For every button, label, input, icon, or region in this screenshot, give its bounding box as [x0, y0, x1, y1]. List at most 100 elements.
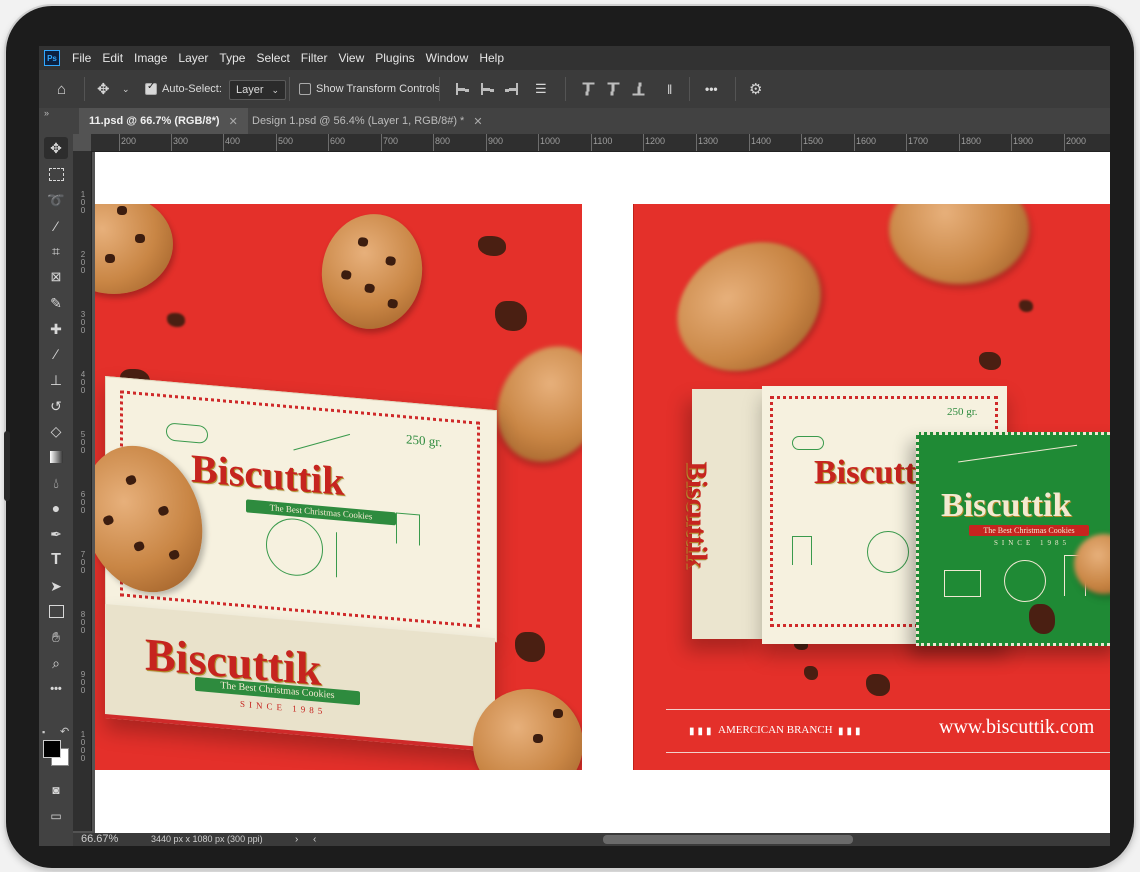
auto-select-toggle[interactable]: Auto-Select:	[145, 70, 222, 108]
distribute-vertical-icon[interactable]: ‖	[667, 70, 672, 108]
vertical-ruler: 100 200 300 400 500 600 700 800 900 1000	[73, 151, 92, 831]
branch-bars-icon: ▮▮▮	[838, 726, 864, 737]
show-transform-toggle[interactable]: Show Transform Controls	[299, 70, 440, 108]
align-horizontal-center-icon[interactable]	[481, 83, 494, 95]
box-weight-text: 250 gr.	[406, 431, 443, 450]
quick-mask-button[interactable]: ◙	[44, 779, 68, 801]
eyedropper-tool[interactable]: ✎	[44, 292, 68, 314]
type-tool[interactable]: T	[44, 549, 68, 571]
align-vertical-center-icon[interactable]	[607, 82, 620, 96]
gradient-tool[interactable]	[44, 446, 68, 468]
healing-brush-tool[interactable]: ✚	[44, 318, 68, 340]
branch-text: AMERCICAN BRANCH	[718, 724, 833, 736]
menu-window[interactable]: Window	[426, 51, 469, 65]
tab-document-11[interactable]: 11.psd @ 66.7% (RGB/8*) ✕	[79, 108, 248, 134]
ruler-label: 500	[80, 430, 86, 455]
more-options-button[interactable]: •••	[705, 70, 718, 108]
ruler-label: 500	[278, 136, 294, 146]
close-icon[interactable]: ✕	[229, 115, 238, 128]
tab-document-design-1[interactable]: Design 1.psd @ 56.4% (Layer 1, RGB/8#) *…	[242, 108, 493, 134]
distribute-horizontal-icon[interactable]: ☰	[535, 70, 547, 108]
ruler-label: 1300	[698, 136, 719, 146]
align-left-icon[interactable]	[456, 83, 469, 95]
horizontal-ruler: 200 300 400 500 600 700 800 900 1000 110…	[91, 134, 1110, 152]
move-icon: ✥	[50, 139, 62, 156]
green-box-tagline: The Best Christmas Cookies	[969, 525, 1089, 536]
document-info[interactable]: 3440 px x 1080 px (300 ppi)	[151, 833, 263, 846]
eraser-icon: ◇	[50, 422, 62, 439]
gradient-icon	[49, 451, 63, 463]
more-icon: •••	[50, 683, 62, 695]
menu-layer[interactable]: Layer	[178, 51, 208, 65]
eraser-tool[interactable]: ◇	[44, 420, 68, 442]
scroll-left-icon[interactable]: ‹	[313, 833, 316, 846]
menu-bar: Ps File Edit Image Layer Type Select Fil…	[39, 46, 1110, 70]
artboard-left[interactable]: 250 gr. Biscuttik The Best Christmas Coo…	[95, 204, 582, 770]
align-bottom-icon[interactable]	[632, 82, 645, 96]
path-selection-tool[interactable]: ➤	[44, 575, 68, 597]
menu-file[interactable]: File	[72, 51, 91, 65]
divider	[735, 77, 736, 101]
pen-icon: ✒	[50, 525, 62, 542]
collapse-panels-icon[interactable]: »	[44, 108, 49, 118]
menu-edit[interactable]: Edit	[102, 51, 123, 65]
quick-mask-icon: ◙	[52, 783, 60, 797]
pen-tool[interactable]: ✒	[44, 523, 68, 545]
move-tool-preset-icon[interactable]: ✥	[97, 70, 110, 108]
edit-toolbar-button[interactable]: •••	[44, 678, 68, 700]
chevron-down-icon[interactable]: ⌄	[122, 70, 130, 108]
align-right-icon[interactable]	[505, 83, 518, 95]
chevron-right-icon[interactable]: ›	[295, 833, 298, 846]
zoom-tool[interactable]: ⌕	[44, 652, 68, 674]
tab-label: 11.psd @ 66.7% (RGB/8*)	[89, 115, 220, 127]
dodge-tool[interactable]: ●	[44, 497, 68, 519]
menu-view[interactable]: View	[338, 51, 364, 65]
footer-line	[666, 752, 1110, 753]
swap-colors-icon[interactable]: ↶	[60, 725, 69, 738]
cookie-crumb	[979, 352, 1001, 370]
crop-tool[interactable]: ⌗	[44, 240, 68, 262]
artboard-right[interactable]: Biscuttik 250 gr. Biscuttik Biscuttik Th…	[633, 204, 1110, 770]
menu-image[interactable]: Image	[134, 51, 167, 65]
default-colors-icon[interactable]: ▪	[42, 727, 45, 737]
menu-help[interactable]: Help	[479, 51, 504, 65]
marquee-tool[interactable]	[44, 163, 68, 185]
blur-tool[interactable]: 💧︎	[44, 472, 68, 494]
document-tab-bar: » 11.psd @ 66.7% (RGB/8*) ✕ Design 1.psd…	[39, 108, 1110, 134]
home-icon[interactable]: ⌂	[57, 70, 66, 108]
auto-select-checkbox[interactable]	[145, 81, 157, 95]
move-tool[interactable]: ✥	[44, 137, 68, 159]
show-transform-checkbox[interactable]	[299, 83, 311, 95]
document-canvas[interactable]: 250 gr. Biscuttik The Best Christmas Coo…	[95, 152, 1110, 833]
menu-filter[interactable]: Filter	[301, 51, 328, 65]
options-bar: ⌂ ✥ ⌄ Auto-Select: Layer ⌄ Show Transfor…	[39, 70, 1110, 109]
brush-icon: ∕	[54, 346, 58, 362]
menu-plugins[interactable]: Plugins	[375, 51, 414, 65]
gear-icon[interactable]: ⚙	[749, 70, 762, 108]
foreground-color-swatch[interactable]	[43, 740, 61, 758]
green-box-brand: Biscuttik	[941, 487, 1072, 524]
ruler-label: 700	[383, 136, 399, 146]
magic-wand-tool[interactable]: ⁄	[44, 215, 68, 237]
stamp-icon: ⊥	[49, 371, 63, 388]
history-brush-tool[interactable]: ↺	[44, 395, 68, 417]
show-transform-label: Show Transform Controls	[316, 83, 441, 95]
clone-stamp-tool[interactable]: ⊥	[44, 369, 68, 391]
screen-mode-button[interactable]: ▭	[44, 805, 68, 827]
close-icon[interactable]: ✕	[473, 115, 482, 128]
menu-type[interactable]: Type	[219, 51, 245, 65]
horizontal-scrollbar[interactable]	[603, 835, 853, 844]
rectangle-tool[interactable]	[44, 600, 68, 622]
ruler-label: 1700	[908, 136, 929, 146]
lasso-tool[interactable]: ➰	[44, 189, 68, 211]
website-text: www.biscuttik.com	[939, 716, 1095, 738]
align-top-icon[interactable]	[582, 82, 595, 96]
auto-select-target-dropdown[interactable]: Layer ⌄	[229, 80, 287, 100]
menu-select[interactable]: Select	[256, 51, 289, 65]
hand-tool[interactable]: ✋︎	[44, 626, 68, 648]
ruler-label: 600	[80, 490, 86, 515]
zoom-level[interactable]: 66.67%	[81, 833, 118, 846]
frame-tool[interactable]: ⊠	[44, 266, 68, 288]
magic-wand-icon: ⁄	[54, 218, 58, 234]
brush-tool[interactable]: ∕	[44, 343, 68, 365]
